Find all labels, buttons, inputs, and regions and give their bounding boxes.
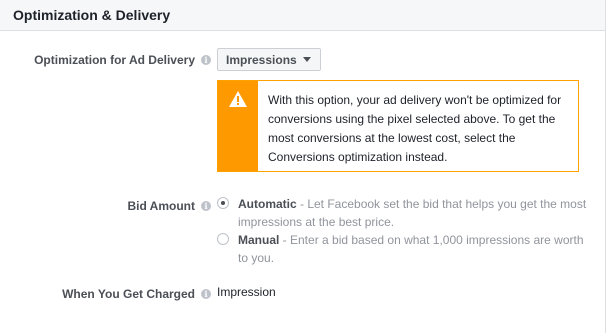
optimization-row-label: Optimization for Ad Delivery i — [34, 53, 211, 67]
optimization-delivery-panel: Optimization & Delivery Optimization for… — [0, 0, 606, 333]
manual-radio[interactable] — [217, 233, 229, 245]
manual-option-description: - Enter a bid based on what 1,000 impres… — [238, 233, 584, 265]
automatic-option-title: Automatic — [238, 197, 297, 211]
bid-label: Bid Amount — [127, 199, 195, 213]
info-icon[interactable]: i — [201, 55, 211, 65]
info-icon[interactable]: i — [201, 289, 211, 299]
charged-value: Impression — [217, 285, 276, 299]
warning-bar — [218, 81, 258, 171]
charged-row-label: When You Get Charged i — [62, 287, 211, 301]
bid-option-automatic[interactable]: Automatic - Let Facebook set the bid tha… — [217, 195, 588, 231]
charged-label: When You Get Charged — [62, 287, 195, 301]
automatic-radio[interactable] — [217, 197, 229, 209]
bid-option-manual[interactable]: Manual - Enter a bid based on what 1,000… — [217, 231, 588, 267]
manual-option-text: Manual - Enter a bid based on what 1,000… — [238, 231, 588, 267]
manual-option-title: Manual — [238, 233, 280, 247]
warning-message: With this option, your ad delivery won't… — [268, 93, 562, 164]
optimization-warning: With this option, your ad delivery won't… — [217, 80, 579, 172]
section-title: Optimization & Delivery — [0, 0, 605, 31]
optimization-dropdown[interactable]: Impressions — [217, 48, 321, 71]
info-icon[interactable]: i — [201, 201, 211, 211]
optimization-selected-value: Impressions — [226, 52, 297, 67]
chevron-down-icon — [302, 57, 311, 62]
automatic-option-text: Automatic - Let Facebook set the bid tha… — [238, 195, 588, 231]
warning-triangle-icon — [229, 91, 247, 107]
bid-row-label: Bid Amount i — [127, 199, 211, 213]
optimization-label: Optimization for Ad Delivery — [34, 53, 195, 67]
